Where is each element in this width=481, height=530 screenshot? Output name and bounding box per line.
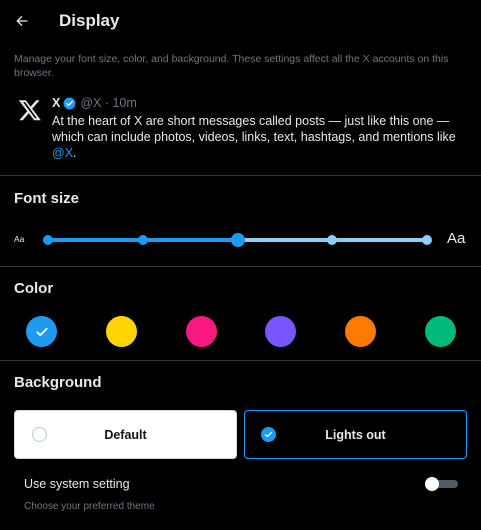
color-swatch-2[interactable] <box>105 316 137 347</box>
page-title: Display <box>59 11 120 30</box>
toggle-knob <box>425 477 439 491</box>
arrow-left-icon <box>16 15 28 27</box>
checkmark-icon <box>35 327 48 336</box>
color-swatch-5[interactable] <box>345 316 377 347</box>
sample-post: X @X · 10m At the heart of X are short m… <box>14 94 474 166</box>
use-system-setting-toggle[interactable] <box>425 477 458 491</box>
background-lights-out-option[interactable]: Lights out <box>244 410 467 459</box>
slider-step-1[interactable] <box>43 235 53 245</box>
font-size-large-label: Aa <box>447 230 466 247</box>
use-system-setting-label: Use system setting <box>24 477 130 491</box>
color-swatch-1[interactable] <box>26 316 57 347</box>
settings-description: Manage your font size, color, and backgr… <box>14 53 449 79</box>
slider-thumb[interactable] <box>230 233 245 247</box>
font-size-small-label: Aa <box>14 234 25 244</box>
back-button[interactable] <box>8 7 36 35</box>
verified-badge-icon <box>63 97 76 109</box>
color-title: Color <box>14 280 54 297</box>
color-swatch-6[interactable] <box>425 316 456 347</box>
divider <box>0 175 481 176</box>
post-author-name: X <box>52 96 61 110</box>
background-title: Background <box>14 374 102 391</box>
use-system-setting-description: Choose your preferred theme <box>24 501 155 512</box>
post-header: X @X · 10m <box>52 96 137 110</box>
post-mention-link[interactable]: @X <box>52 146 73 160</box>
slider-step-2[interactable] <box>137 235 148 245</box>
color-swatch-3[interactable] <box>185 316 217 347</box>
post-body: At the heart of X are short messages cal… <box>52 114 456 144</box>
color-swatch-4[interactable] <box>265 316 297 347</box>
background-lights-out-label: Lights out <box>325 428 386 442</box>
slider-step-5[interactable] <box>422 235 432 245</box>
font-size-slider[interactable] <box>43 232 432 248</box>
background-default-label: Default <box>104 428 147 442</box>
background-default-option[interactable]: Default <box>14 410 237 459</box>
post-text-end: . <box>73 146 77 160</box>
slider-step-4[interactable] <box>327 235 338 245</box>
divider <box>0 266 481 267</box>
color-options <box>26 316 456 348</box>
x-logo-icon <box>18 100 41 121</box>
post-text: At the heart of X are short messages cal… <box>52 113 472 161</box>
post-meta: @X · 10m <box>80 96 137 110</box>
divider <box>0 360 481 361</box>
header: Display <box>0 0 481 42</box>
display-settings-page: Display Manage your font size, color, an… <box>0 0 481 530</box>
font-size-title: Font size <box>14 190 80 207</box>
